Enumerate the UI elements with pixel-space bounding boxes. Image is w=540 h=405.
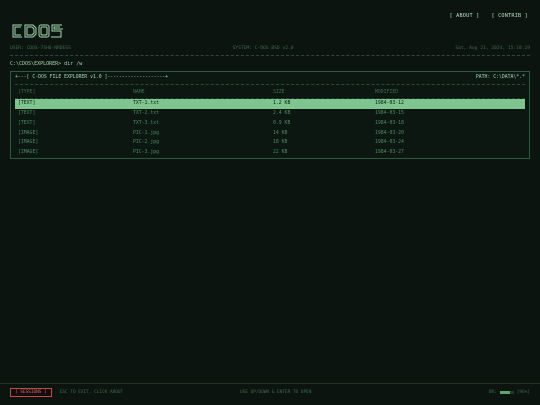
row-modified: 1984-03-12 (375, 101, 404, 107)
row-type: [TEXT] (18, 101, 36, 107)
panel-header: +---[ C-DOS FILE EXPLORER v1.0 ]--------… (15, 75, 525, 80)
status-line: USER: CDOS-7SH0-NRDEGS SYSTEM: C-DOS BSD… (10, 46, 530, 51)
row-size: 2.4 KB (273, 110, 291, 116)
sessions-button[interactable]: [ SESSIONS ] (10, 387, 52, 397)
file-explorer-panel: +---[ C-DOS FILE EXPLORER v1.0 ]--------… (10, 71, 530, 159)
user-id: USER: CDOS-7SH0-NRDEGS (10, 46, 71, 51)
row-type: [IMAGE] (18, 150, 39, 156)
row-modified: 1984-03-20 (375, 130, 404, 136)
row-name: TXT-3.txt (133, 120, 159, 126)
row-modified: 1984-03-15 (375, 110, 404, 116)
row-size: 22 KB (273, 150, 288, 156)
header-divider (10, 55, 530, 56)
row-size: 1.2 KB (273, 101, 291, 107)
row-name: TXT-1.txt (133, 101, 159, 107)
meter-value: [96%] (516, 389, 530, 395)
meter-bar (499, 390, 514, 394)
row-name: PIC-3.jpg (133, 150, 159, 156)
datetime: Sat, Aug 21, 2024, 15:18:19 (455, 46, 530, 51)
col-modified-header[interactable]: MODIFIED (375, 90, 525, 95)
row-name: PIC-2.jpg (133, 140, 159, 146)
footer: [ SESSIONS ] ESC TO EXIT, CLICK ABOUT US… (10, 387, 530, 397)
command-line: C:\CDOS\EXPLORER> dir /w (10, 61, 83, 67)
about-link[interactable]: [ ABOUT ] (450, 13, 480, 19)
row-type: [TEXT] (18, 110, 36, 116)
row-size: 18 KB (273, 140, 288, 146)
row-size: 0.9 KB (273, 120, 291, 126)
footer-tip: ESC TO EXIT, CLICK ABOUT (59, 389, 124, 395)
system-info: SYSTEM: C-DOS BSD v2.0 (232, 46, 294, 51)
footer-divider (0, 383, 540, 384)
footer-hint: USE UP/DOWN & ENTER TO OPEN (240, 389, 312, 395)
row-size: 14 KB (273, 130, 288, 136)
meter-label: BR: (488, 389, 497, 395)
row-name: TXT-2.txt (133, 110, 159, 116)
table-header: [TYPE] NAME SIZE MODIFIED (15, 88, 525, 98)
panel-path: PATH: C:\DATA\*.* (475, 75, 525, 80)
row-type: [IMAGE] (18, 140, 39, 146)
row-modified: 1984-03-27 (375, 150, 404, 156)
panel-title: +---[ C-DOS FILE EXPLORER v1.0 ]--------… (15, 75, 169, 80)
table-row[interactable]: [IMAGE] PIC-2.jpg 18 KB 1984-03-24 (15, 138, 525, 148)
row-modified: 1984-03-24 (375, 140, 404, 146)
cdos-logo (12, 24, 63, 38)
file-table: [TYPE] NAME SIZE MODIFIED [TEXT] TXT-1.t… (15, 88, 525, 158)
row-name: PIC-1.jpg (133, 130, 159, 136)
table-row[interactable]: [IMAGE] PIC-1.jpg 14 KB 1984-03-20 (15, 128, 525, 138)
footer-meter: BR: [96%] (489, 390, 530, 395)
row-modified: 1984-03-18 (375, 120, 404, 126)
panel-divider (15, 84, 525, 85)
table-row[interactable]: [TEXT] TXT-2.txt 2.4 KB 1984-03-15 (15, 109, 525, 119)
row-type: [IMAGE] (18, 130, 39, 136)
table-row[interactable]: [IMAGE] PIC-3.jpg 22 KB 1984-03-27 (15, 148, 525, 158)
row-type: [TEXT] (18, 120, 36, 126)
top-nav: [ ABOUT ] [ CONTRIB ] (450, 13, 528, 19)
table-row[interactable]: [TEXT] TXT-1.txt 1.2 KB 1984-03-12 (15, 98, 525, 109)
col-name-header[interactable]: NAME (133, 90, 273, 95)
contrib-link[interactable]: [ CONTRIB ] (491, 13, 528, 19)
col-size-header[interactable]: SIZE (273, 90, 375, 95)
col-type-header[interactable]: [TYPE] (15, 90, 133, 95)
table-row[interactable]: [TEXT] TXT-3.txt 0.9 KB 1984-03-18 (15, 118, 525, 128)
